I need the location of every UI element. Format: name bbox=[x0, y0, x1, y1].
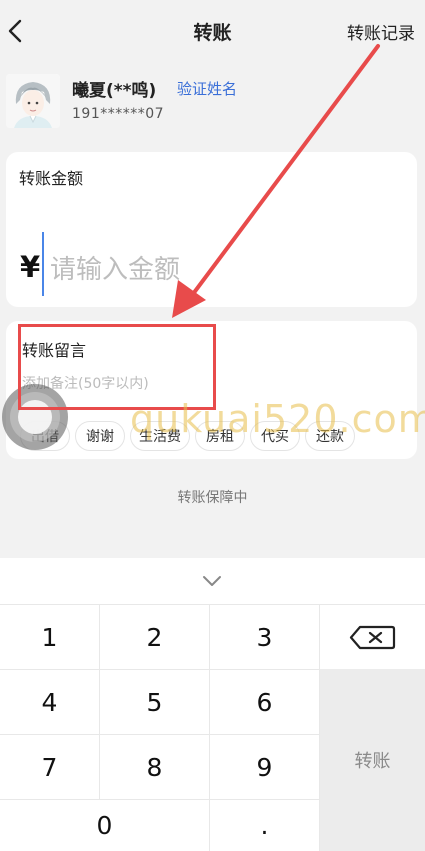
key-1[interactable]: 1 bbox=[0, 604, 100, 669]
watermark-text: qukuai520.com bbox=[130, 397, 425, 441]
message-chip[interactable]: 谢谢 bbox=[75, 421, 125, 451]
chevron-down-icon bbox=[203, 576, 221, 586]
recipient-name: 曦夏(**鸣) bbox=[72, 81, 157, 101]
amount-label: 转账金额 bbox=[19, 169, 84, 188]
key-6[interactable]: 6 bbox=[210, 669, 320, 734]
transfer-submit-button[interactable]: 转账 bbox=[320, 669, 425, 851]
key-2[interactable]: 2 bbox=[100, 604, 210, 669]
avatar bbox=[6, 74, 60, 128]
protection-text: 转账保障中 bbox=[177, 490, 248, 506]
key-9[interactable]: 9 bbox=[210, 734, 320, 799]
verify-name-link[interactable]: 验证姓名 bbox=[177, 78, 237, 99]
key-8[interactable]: 8 bbox=[100, 734, 210, 799]
amount-input[interactable] bbox=[50, 248, 350, 292]
text-caret bbox=[42, 232, 44, 296]
key-4[interactable]: 4 bbox=[0, 669, 100, 734]
delete-key[interactable] bbox=[320, 604, 425, 669]
key-dot[interactable]: . bbox=[210, 799, 320, 851]
key-3[interactable]: 3 bbox=[210, 604, 320, 669]
key-0[interactable]: 0 bbox=[0, 799, 210, 851]
transfer-records-link[interactable]: 转账记录 bbox=[347, 19, 415, 44]
recipient-phone: 191******07 bbox=[72, 106, 165, 122]
currency-symbol: ¥ bbox=[20, 250, 41, 284]
key-5[interactable]: 5 bbox=[100, 669, 210, 734]
collapse-keypad-button[interactable] bbox=[200, 573, 224, 589]
key-7[interactable]: 7 bbox=[0, 734, 100, 799]
backspace-icon bbox=[349, 625, 396, 650]
